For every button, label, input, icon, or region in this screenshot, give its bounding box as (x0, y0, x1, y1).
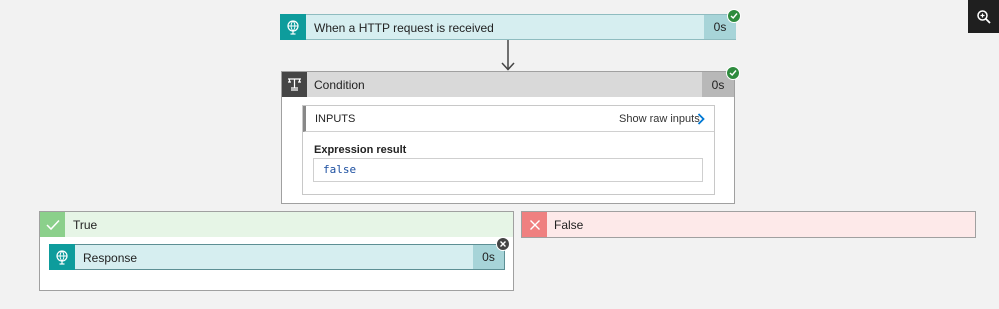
false-branch[interactable]: False (521, 211, 976, 238)
zoom-in-icon (968, 0, 999, 33)
chevron-right-icon[interactable] (695, 112, 707, 126)
response-card[interactable]: Response 0s (49, 244, 505, 270)
true-branch-label: True (73, 218, 98, 232)
show-raw-inputs-link[interactable]: Show raw inputs (619, 113, 700, 125)
inputs-header-label: INPUTS (315, 113, 356, 125)
condition-title: Condition (314, 78, 365, 92)
zoom-button[interactable] (968, 0, 999, 33)
expression-result-value-box: false (313, 158, 703, 182)
condition-icon (282, 72, 307, 97)
false-branch-label: False (554, 218, 584, 232)
skipped-x-icon (496, 237, 510, 251)
true-branch: True Response 0s (39, 211, 514, 291)
trigger-title: When a HTTP request is received (314, 21, 494, 35)
expression-result-label: Expression result (314, 144, 407, 156)
condition-card[interactable]: Condition 0s INPUTS Show raw inputs Expr… (281, 71, 735, 204)
expression-result-value: false (323, 163, 357, 176)
success-check-icon (727, 9, 741, 23)
connector-arrow (501, 40, 515, 71)
trigger-card[interactable]: When a HTTP request is received 0s (280, 14, 736, 40)
response-title: Response (83, 251, 138, 265)
inputs-header[interactable]: INPUTS Show raw inputs (303, 106, 714, 132)
http-response-icon (49, 244, 75, 270)
http-request-icon (280, 14, 306, 40)
success-check-icon (726, 66, 740, 80)
true-branch-header[interactable]: True (40, 212, 513, 237)
false-x-icon (522, 212, 547, 237)
true-check-icon (40, 212, 65, 237)
condition-header[interactable]: Condition 0s (282, 72, 734, 97)
inputs-panel: INPUTS Show raw inputs Expression result… (302, 105, 715, 195)
